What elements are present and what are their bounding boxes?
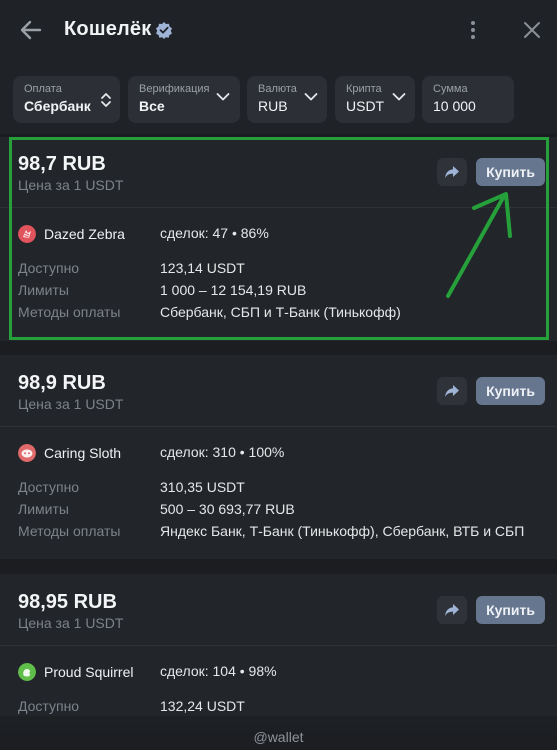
share-arrow-icon bbox=[445, 385, 459, 397]
filter-currency-value: RUB bbox=[258, 98, 288, 114]
offer-price: 98,95 RUB bbox=[18, 591, 117, 613]
card-divider bbox=[0, 426, 557, 427]
trader-name[interactable]: Proud Squirrel bbox=[44, 664, 134, 680]
limits-label: Лимиты bbox=[18, 501, 69, 517]
filter-bar: Оплата Сбербанк Верификация Все Валюта R… bbox=[0, 60, 557, 134]
share-arrow-icon bbox=[445, 604, 459, 616]
squirrel-avatar-icon bbox=[18, 663, 36, 681]
share-arrow-icon bbox=[445, 166, 459, 178]
filter-amount-value: 10 000 bbox=[433, 98, 476, 114]
buy-button[interactable]: Купить bbox=[476, 158, 545, 186]
filter-crypto-value: USDT bbox=[346, 98, 385, 114]
limits-value: 500 – 30 693,77 RUB bbox=[160, 501, 295, 517]
share-button[interactable] bbox=[437, 596, 467, 624]
limits-label: Лимиты bbox=[18, 282, 69, 298]
limits-value: 1 000 – 12 154,19 RUB bbox=[160, 282, 307, 298]
offer-card: 98,7 RUB Цена за 1 USDT Купить Dazed Zeb… bbox=[0, 137, 557, 341]
payment-methods-value: Сбербанк, СБП и Т-Банк (Тинькофф) bbox=[160, 304, 401, 320]
more-options-icon[interactable] bbox=[464, 16, 482, 44]
trader-deals: сделок: 104 • 98% bbox=[160, 663, 277, 679]
sort-updown-icon bbox=[101, 93, 111, 107]
title-group: Кошелёк bbox=[64, 18, 173, 41]
payment-methods-label: Методы оплаты bbox=[18, 304, 121, 320]
filter-amount[interactable]: Сумма 10 000 bbox=[422, 76, 514, 123]
chevron-down-icon bbox=[216, 93, 230, 101]
filter-verification-label: Верификация bbox=[139, 83, 210, 95]
offer-price: 98,9 RUB bbox=[18, 372, 106, 394]
filter-payment[interactable]: Оплата Сбербанк bbox=[13, 76, 120, 123]
available-label: Доступно bbox=[18, 479, 80, 495]
payment-methods-value: Яндекс Банк, Т-Банк (Тинькофф), Сбербанк… bbox=[160, 523, 525, 539]
offer-price-unit: Цена за 1 USDT bbox=[18, 177, 124, 193]
filter-currency[interactable]: Валюта RUB bbox=[247, 76, 327, 123]
card-divider bbox=[0, 645, 557, 646]
chevron-down-icon bbox=[392, 93, 406, 101]
filter-amount-label: Сумма bbox=[433, 83, 468, 95]
back-arrow-icon[interactable] bbox=[16, 16, 46, 44]
card-divider bbox=[0, 207, 557, 208]
share-button[interactable] bbox=[437, 377, 467, 405]
available-value: 123,14 USDT bbox=[160, 260, 245, 276]
offer-card: 98,9 RUB Цена за 1 USDT Купить Caring Sl… bbox=[0, 355, 557, 559]
offer-price-unit: Цена за 1 USDT bbox=[18, 396, 124, 412]
filter-crypto-label: Крипта bbox=[346, 83, 382, 95]
offer-price-unit: Цена за 1 USDT bbox=[18, 615, 124, 631]
trader-deals: сделок: 47 • 86% bbox=[160, 225, 269, 241]
filter-verification[interactable]: Верификация Все bbox=[128, 76, 240, 123]
filter-currency-label: Валюта bbox=[258, 83, 297, 95]
share-button[interactable] bbox=[437, 158, 467, 186]
filter-payment-value: Сбербанк bbox=[24, 98, 91, 114]
buy-button[interactable]: Купить bbox=[476, 377, 545, 405]
payment-methods-label: Методы оплаты bbox=[18, 523, 121, 539]
filter-crypto[interactable]: Крипта USDT bbox=[335, 76, 415, 123]
chevron-down-icon bbox=[304, 93, 318, 101]
buy-button[interactable]: Купить bbox=[476, 596, 545, 624]
app-header: Кошелёк bbox=[0, 0, 557, 60]
available-value: 132,24 USDT bbox=[160, 698, 245, 714]
available-label: Доступно bbox=[18, 698, 80, 714]
trader-name[interactable]: Dazed Zebra bbox=[44, 226, 125, 242]
close-icon[interactable] bbox=[520, 18, 544, 42]
trader-name[interactable]: Caring Sloth bbox=[44, 445, 121, 461]
trader-deals: сделок: 310 • 100% bbox=[160, 444, 285, 460]
available-value: 310,35 USDT bbox=[160, 479, 245, 495]
footer-watermark: @wallet bbox=[253, 729, 304, 745]
verified-badge-icon bbox=[156, 21, 173, 39]
filter-payment-label: Оплата bbox=[24, 83, 62, 95]
filter-verification-value: Все bbox=[139, 98, 165, 114]
available-label: Доступно bbox=[18, 260, 80, 276]
sloth-avatar-icon bbox=[18, 444, 36, 462]
offer-price: 98,7 RUB bbox=[18, 153, 106, 175]
zebra-avatar-icon bbox=[18, 225, 36, 243]
page-title: Кошелёк bbox=[64, 18, 152, 40]
